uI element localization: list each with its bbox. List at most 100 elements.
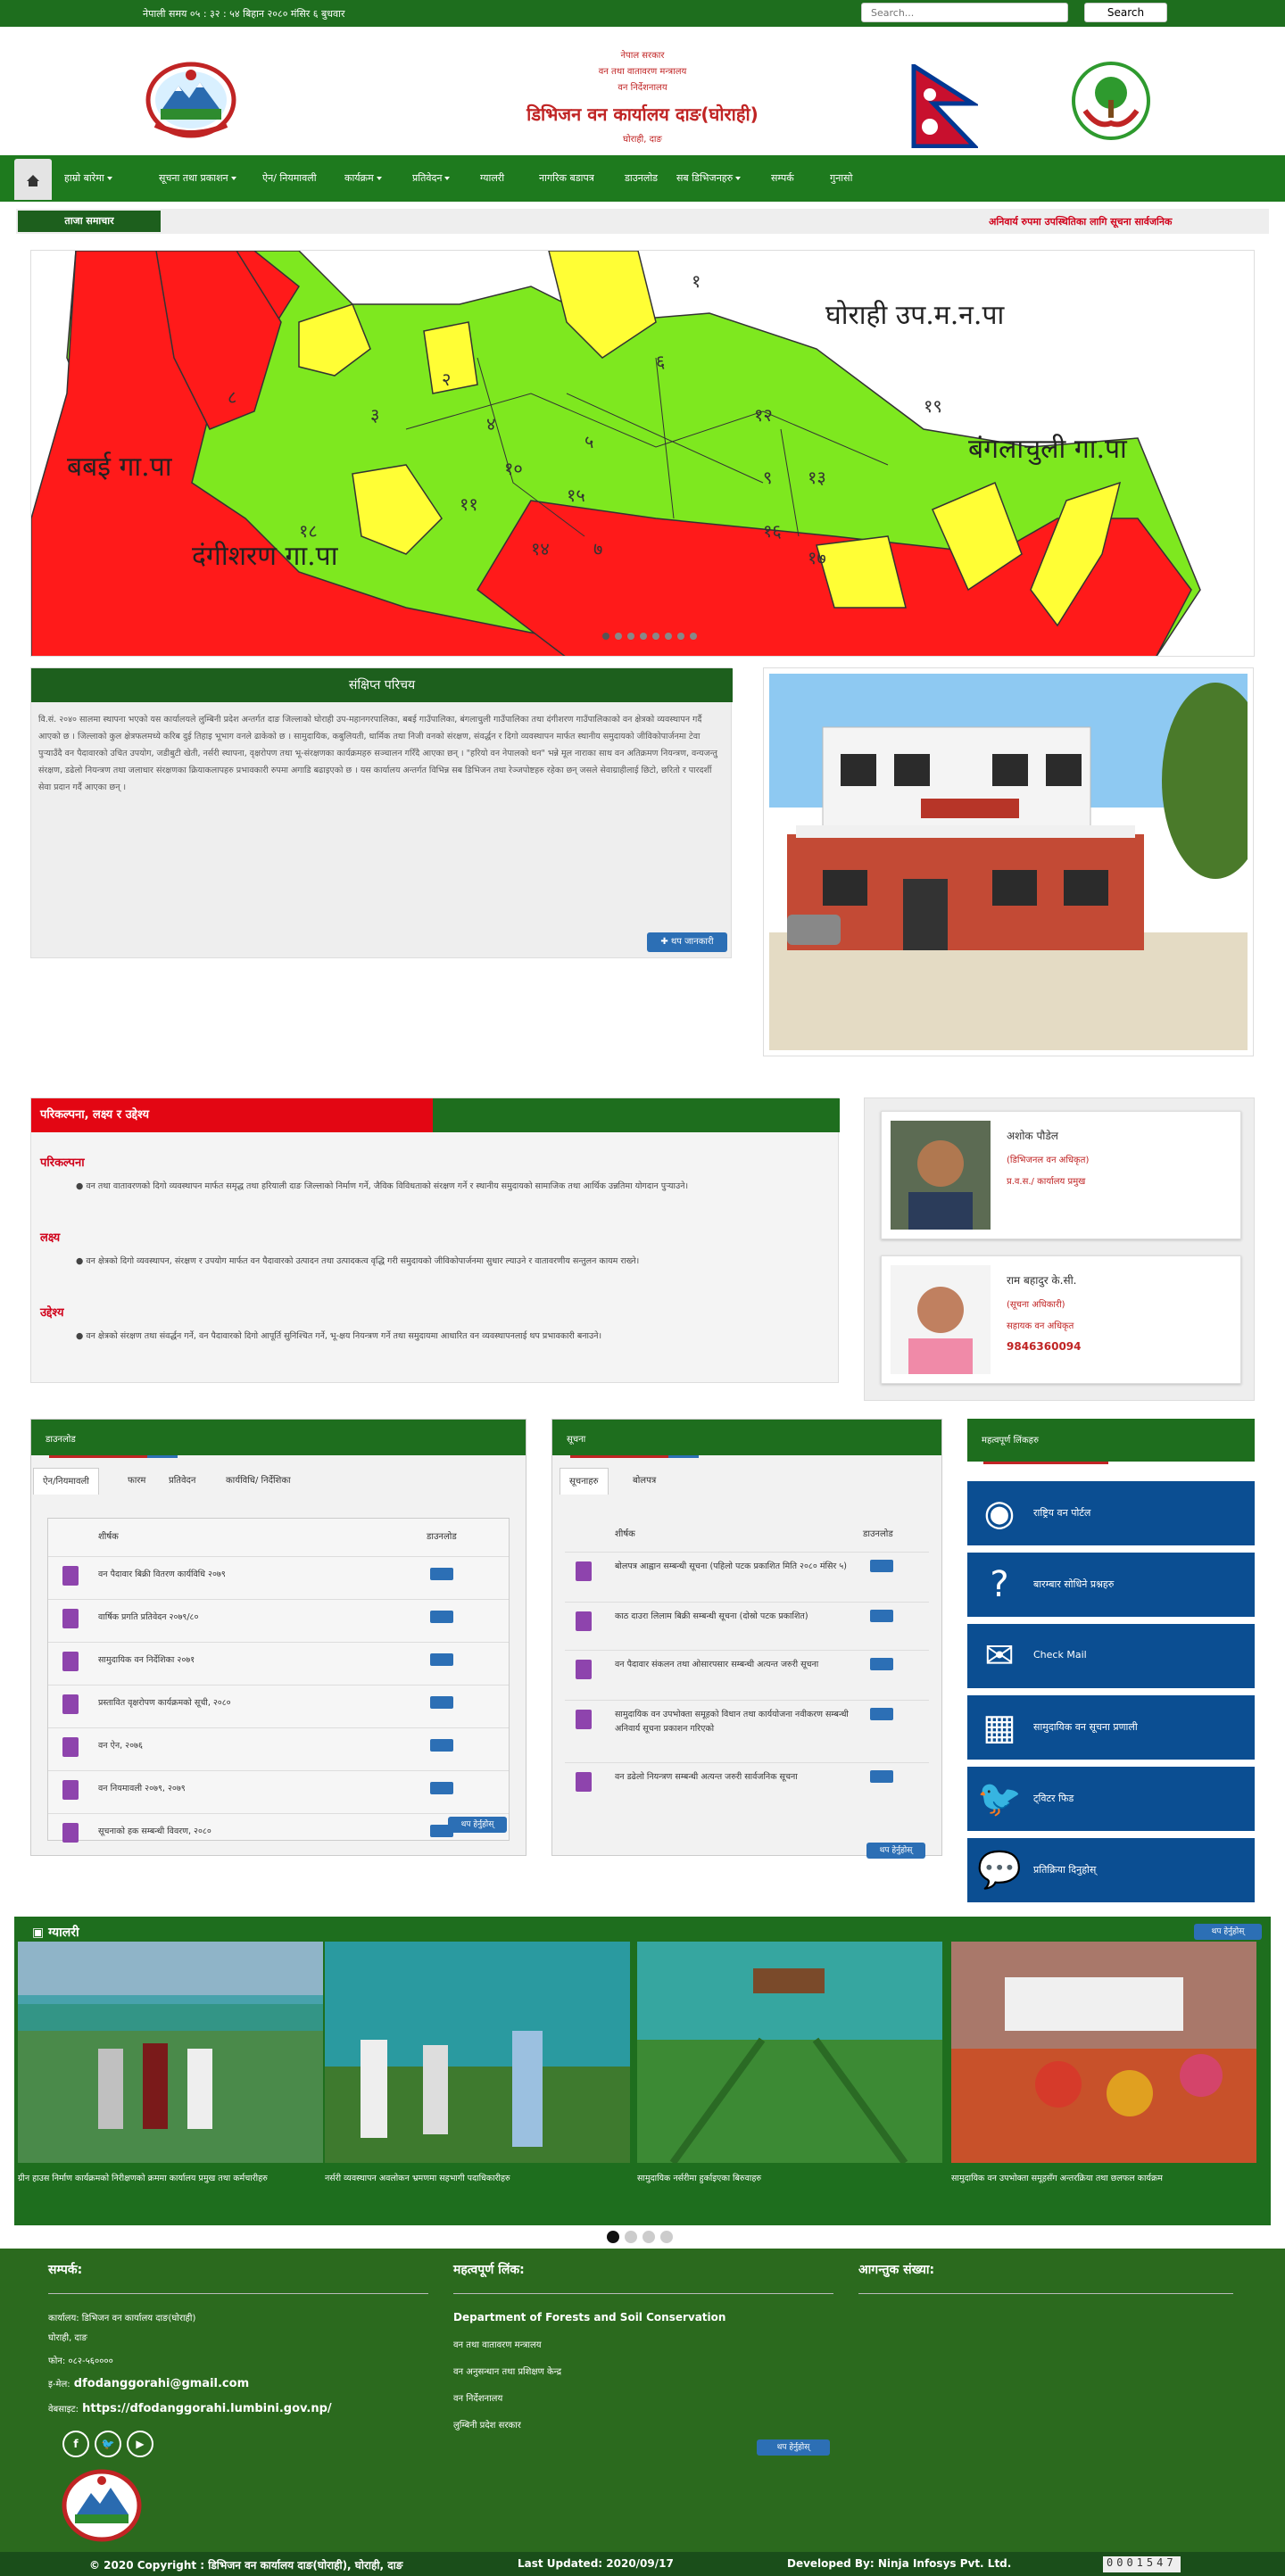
nav-item[interactable]: कार्यक्रम [344,171,382,185]
ward-number-label: ४ [486,413,496,435]
download-icon[interactable] [870,1708,893,1720]
intro-more-button[interactable]: ✚ थप जानकारी [647,932,727,952]
nav-item[interactable]: सम्पर्क [771,171,794,185]
slider-dot[interactable] [652,633,659,640]
tab-downloads[interactable]: प्रतिवेदन [160,1468,204,1495]
download-icon[interactable] [430,1568,453,1580]
visitor-counter: 0001547 [1103,2556,1181,2572]
gallery-dot[interactable] [625,2231,637,2243]
footer-website-link[interactable]: https://dfodanggorahi.lumbini.gov.np/ [82,2402,332,2415]
gallery-image[interactable] [18,1942,323,2163]
twitter-icon[interactable]: 🐦 [95,2431,121,2457]
ticker-message[interactable]: अनिवार्य रुपमा उपस्थितिका लागि सूचना सार… [989,215,1172,228]
slider-dot[interactable] [677,633,684,640]
slider-dot[interactable] [690,633,697,640]
gallery-more-button[interactable]: थप हेर्नुहोस् [1194,1924,1262,1940]
table-row: वन डढेलो नियन्त्रण सम्बन्धी अत्यन्त जरुर… [565,1762,929,1807]
row-title[interactable]: वन ऐन, २०७६ [98,1739,402,1751]
footer-email-link[interactable]: dfodanggorahi@gmail.com [74,2377,249,2390]
download-icon[interactable] [870,1610,893,1622]
file-icon [62,1566,79,1586]
row-title[interactable]: काठ दाउरा लिलाम बिक्री सम्बन्धी सूचना (द… [615,1610,854,1624]
downloads-more-button[interactable]: थप हेर्नुहोस् [448,1817,507,1833]
search-input[interactable] [861,3,1068,22]
tab-notices[interactable]: बोलपत्र [624,1468,665,1495]
facebook-icon[interactable]: f [62,2431,89,2457]
forest-logo[interactable] [1071,61,1151,141]
slider-dot[interactable] [627,633,634,640]
footer-link[interactable]: Department of Forests and Soil Conservat… [453,2311,725,2323]
gallery-image[interactable] [325,1942,630,2163]
official-phone[interactable]: 9846360094 [1007,1340,1082,1353]
download-icon[interactable] [430,1739,453,1752]
notices-more-button[interactable]: थप हेर्नुहोस् [866,1843,925,1859]
row-title[interactable]: वार्षिक प्रगति प्रतिवेदन २०७९/८० [98,1611,402,1622]
tab-downloads[interactable]: ऐन/नियमावली [33,1468,99,1495]
nav-item[interactable]: नागरिक बडापत्र [539,171,594,185]
row-title[interactable]: वन डढेलो नियन्त्रण सम्बन्धी अत्यन्त जरुर… [615,1770,854,1785]
download-icon[interactable] [430,1696,453,1709]
download-icon[interactable] [430,1611,453,1623]
important-link[interactable]: ✉ Check Mail [967,1624,1255,1688]
nav-item[interactable]: प्रतिवेदन [412,171,451,185]
tab-notices[interactable]: सूचनाहरु [560,1468,609,1495]
youtube-icon[interactable]: ▶ [127,2431,153,2457]
home-button[interactable] [14,159,52,200]
slider-dot[interactable] [665,633,672,640]
nav-item[interactable]: हाम्रो बारेमा [64,171,112,185]
caret-down-icon [230,177,236,180]
footer-link[interactable]: वन निर्देशनालय [453,2391,502,2404]
important-link[interactable]: ◉ राष्ट्रिय वन पोर्टल [967,1481,1255,1545]
nav-item[interactable]: डाउनलोड [625,171,658,185]
row-title[interactable]: सूचनाको हक सम्बन्धी विवरण, २०८० [98,1825,402,1836]
row-title[interactable]: बोलपत्र आह्वान सम्बन्धी सूचना (पहिलो पटक… [615,1560,854,1574]
downloads-table: शीर्षक डाउनलोड वन पैदावार बिक्री वितरण क… [47,1518,510,1843]
gallery-pagination[interactable] [607,2231,678,2245]
nav-item[interactable]: ऐन/ नियमावली [262,171,317,185]
footer-link[interactable]: लुम्बिनी प्रदेश सरकार [453,2418,521,2431]
tab-downloads[interactable]: फारम [119,1468,154,1495]
footer-link[interactable]: वन अनुसन्धान तथा प्रशिक्षण केन्द्र [453,2365,561,2377]
footer-link[interactable]: वन तथा वातावरण मन्त्रालय [453,2338,542,2350]
gallery-image[interactable] [951,1942,1256,2163]
download-icon[interactable] [870,1658,893,1670]
row-title[interactable]: वन पैदावार संकलन तथा ओसारपसार सम्बन्धी अ… [615,1658,854,1672]
slider-dot[interactable] [640,633,647,640]
intro-title: संक्षिप्त परिचय [31,668,733,702]
important-link[interactable]: ? बारम्बार सोधिने प्रश्नहरु [967,1553,1255,1617]
gallery-dot[interactable] [660,2231,673,2243]
gallery-image[interactable] [637,1942,942,2163]
footer-links-more-button[interactable]: थप हेर्नुहोस् [757,2439,830,2456]
developer-credit[interactable]: Developed By: Ninja Infosys Pvt. Ltd. [787,2557,1011,2570]
map-slider[interactable]: घोराही उप.म.न.पा बंगलाचुली गा.पा बबई गा.… [30,250,1255,657]
row-title[interactable]: सामुदायिक वन निर्देशिका २०७१ [98,1653,402,1665]
tab-downloads[interactable]: कार्यविधि/ निर्देशिका [217,1468,300,1495]
download-icon[interactable] [430,1782,453,1794]
nav-item[interactable]: सब डिभिजनहरु [676,171,742,185]
important-link[interactable]: 💬 प्रतिक्रिया दिनुहोस् [967,1838,1255,1902]
important-link[interactable]: ▦ सामुदायिक वन सूचना प्रणाली [967,1695,1255,1760]
row-title[interactable]: वन नियमावली २०७९, २०७९ [98,1782,402,1793]
row-title[interactable]: प्रस्तावित वृक्षरोपण कार्यक्रमको सूची, २… [98,1696,402,1708]
row-title[interactable]: वन पैदावार बिक्री वितरण कार्यविधि २०७९ [98,1568,402,1579]
slider-pagination[interactable] [602,633,727,642]
row-title[interactable]: सामुदायिक वन उपभोक्ता समूहको विधान तथा क… [615,1708,854,1736]
gallery-dot[interactable] [607,2231,619,2243]
ward-number-label: ३ [370,404,380,426]
vision-text: ● वन तथा वातावरणको दिगो व्यवस्थापन मार्फ… [76,1181,689,1191]
search-button[interactable]: Search [1084,3,1167,22]
download-icon[interactable] [870,1770,893,1783]
gallery-dot[interactable] [642,2231,655,2243]
goal-text: ● वन क्षेत्रको दिगो व्यवस्थापन, संरक्षण … [76,1256,640,1266]
download-icon[interactable] [870,1560,893,1572]
nav-item[interactable]: ग्यालरी [480,171,504,185]
intro-panel: संक्षिप्त परिचय वि.सं. २०४० सालमा स्थापन… [30,667,733,958]
important-link[interactable]: 🐦 ट्विटर फिड [967,1767,1255,1831]
nav-item[interactable]: सूचना तथा प्रकाशन [159,171,236,185]
download-icon[interactable] [430,1653,453,1666]
nav-item[interactable]: गुनासो [830,171,852,185]
notices-title: सूचना [552,1420,941,1455]
nav-item-label: ऐन/ नियमावली [262,172,317,184]
slider-dot[interactable] [615,633,622,640]
slider-dot[interactable] [602,633,609,640]
